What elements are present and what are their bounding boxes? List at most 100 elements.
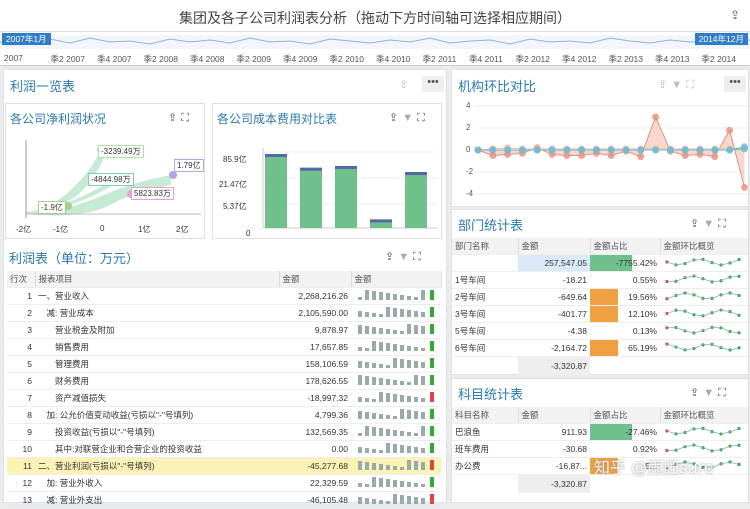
bar-cap (300, 167, 322, 171)
amount: -4.38 (518, 322, 590, 340)
amount: 17,657.85 (279, 338, 351, 356)
table-row[interactable]: 4 销售费用 17,657.85 (7, 338, 441, 356)
item-name: 其中:对联营企业和合营企业的投资收益 (35, 440, 279, 458)
timeline-start-handle[interactable]: 2007年1月 (2, 33, 51, 45)
data-point (666, 146, 674, 154)
amount: 2,105,590.00 (279, 304, 351, 322)
table-row[interactable]: 巴浪鱼 911.93 -27.46% (452, 423, 748, 441)
tick-label: 0 (100, 224, 105, 233)
amount: -45,277.68 (279, 457, 351, 475)
profit-table: 行次 报表项目 金额 金额 1 一、营业收入 2,268,216.26 2 减: 营业… (7, 271, 442, 509)
column-header[interactable]: 金额 (279, 271, 352, 288)
export-filter-icons[interactable]: ⇪▼⛶ (389, 111, 429, 125)
table-row[interactable]: 8 加: 公允价值变动收益(亏损以"-"号填列) 4,799.36 (7, 406, 441, 424)
amount: 158,106.59 (279, 355, 351, 373)
timeline-end-handle[interactable]: 2014年12月 (694, 33, 748, 45)
line-sparkline (665, 290, 741, 300)
column-header[interactable]: 金额 (351, 271, 442, 288)
data-point (711, 153, 719, 161)
trend-cell (660, 339, 748, 357)
column-header[interactable]: 部门名称 (452, 238, 519, 255)
y-tick: -4 (466, 189, 474, 198)
watermark: 知乎 @雨田sure (594, 458, 714, 477)
line-sparkline (665, 426, 741, 436)
sparkline-cell (351, 321, 441, 339)
more-menu-button[interactable]: ••• (422, 76, 444, 92)
sparkline-cell (351, 287, 441, 305)
table-row[interactable]: 2号车间 -649.64 19.56% (452, 288, 748, 306)
sparkline-cell (351, 338, 441, 356)
trend-cell (660, 254, 748, 272)
sparkline-cell (351, 474, 441, 492)
more-menu-button[interactable]: ••• (724, 76, 746, 92)
percent: 19.56% (590, 288, 660, 306)
y-tick: 2 (466, 123, 471, 132)
export-filter-icons[interactable]: ⇪▼⛶ (690, 217, 730, 231)
column-header[interactable]: 金额环比概览 (660, 407, 749, 424)
table-row[interactable]: 7 资产减值损失 -18,997.32 (7, 389, 441, 407)
bar-sparkline (358, 306, 434, 317)
trend-cell (660, 305, 748, 323)
export-filter-icons[interactable]: ⇪▼⛶ (690, 386, 730, 400)
table-row[interactable]: 1 一、营业收入 2,268,216.26 (7, 287, 441, 305)
amount: 257,547.05 (518, 254, 590, 272)
amount: 22,329.59 (279, 474, 351, 492)
column-header[interactable]: 报表项目 (35, 271, 280, 288)
bar-sparkline (358, 357, 434, 368)
table-row[interactable]: 3号车间 -401.77 12.10% (452, 305, 748, 323)
share-icon[interactable]: ⇪ (399, 78, 412, 91)
row-name: 2号车间 (452, 288, 518, 306)
page-title: 集团及各子公司利润表分析（拖动下方时间轴可选择相应期间） (179, 11, 571, 27)
timeline-tick: 2007 (4, 53, 23, 63)
table-row[interactable]: 1号车间 -18.21 0.55% (452, 271, 748, 289)
sparkline-cell (351, 491, 441, 509)
table-row[interactable]: 2 减: 营业成本 2,105,590.00 (7, 304, 441, 322)
share-icon[interactable]: ⇪ (730, 8, 740, 22)
table-row[interactable]: 12 加: 营业外收入 22,329.59 (7, 474, 441, 492)
column-header[interactable]: 金额环比概览 (660, 238, 749, 255)
data-point (563, 146, 571, 154)
table-row[interactable]: 9 投资收益(亏损以"-"号填列) 132,569.35 (7, 423, 441, 441)
data-point (592, 146, 600, 154)
line-sparkline (665, 273, 741, 283)
column-header[interactable]: 金额占比 (590, 238, 661, 255)
tick-label: 2亿 (176, 225, 189, 234)
row-name: 5号车间 (452, 322, 518, 340)
percent: 0.13% (590, 322, 660, 340)
item-name: 减: 营业成本 (35, 304, 279, 322)
dept-title: 部门统计表 (458, 219, 524, 234)
table-row[interactable]: 10 其中:对联营企业和合营企业的投资收益 0.00 (7, 440, 441, 458)
table-row[interactable]: 11 二、营业利润(亏损以"-"号填列) -45,277.68 (7, 457, 441, 475)
table-row[interactable]: 6 财务费用 178,626.55 (7, 372, 441, 390)
column-header[interactable]: 行次 (7, 271, 36, 288)
bar-cap (405, 172, 427, 176)
column-header[interactable]: 科目名称 (452, 407, 519, 424)
bar-sparkline (358, 425, 434, 436)
timeline-tick: 季2 2009 (236, 54, 272, 64)
amount: -2,164.72 (518, 339, 590, 357)
table-row[interactable]: 257,547.05 -7755.42% (452, 254, 748, 272)
data-point (637, 146, 645, 154)
data-point (548, 146, 556, 154)
chart-tools[interactable]: ⇪▼⛶ (658, 78, 698, 92)
table-row[interactable]: 5号车间 -4.38 0.13% (452, 322, 748, 340)
amount: 2,268,216.26 (279, 287, 351, 305)
data-point (578, 146, 586, 154)
amount: -649.64 (518, 288, 590, 306)
percent: -27.46% (590, 423, 660, 441)
amount: 9,878.97 (279, 321, 351, 339)
timeline-slider[interactable]: 2007年1月 2014年12月 2007 季2 2007 季4 2007 季2 20… (0, 32, 750, 66)
table-row[interactable]: 5 管理费用 158,106.59 (7, 355, 441, 373)
column-header[interactable]: 金额占比 (590, 407, 661, 424)
column-header[interactable]: 金额 (518, 238, 591, 255)
amount: -18.21 (518, 271, 590, 289)
table-row[interactable]: 6号车间 -2,164.72 65.19% (452, 339, 748, 357)
data-point (518, 146, 526, 154)
table-row[interactable]: 3 营业税金及附加 9,878.97 (7, 321, 441, 339)
export-icon[interactable]: ⇪⛶ (168, 111, 193, 125)
table-row[interactable]: 13 减: 营业外支出 -46,105.48 (7, 491, 441, 509)
export-filter-icons[interactable]: ⇪▼⛶ (385, 250, 425, 264)
timeline-tick: 季2 2010 (329, 54, 365, 64)
column-header[interactable]: 金额 (518, 407, 591, 424)
data-label: 1.79亿 (174, 159, 204, 172)
